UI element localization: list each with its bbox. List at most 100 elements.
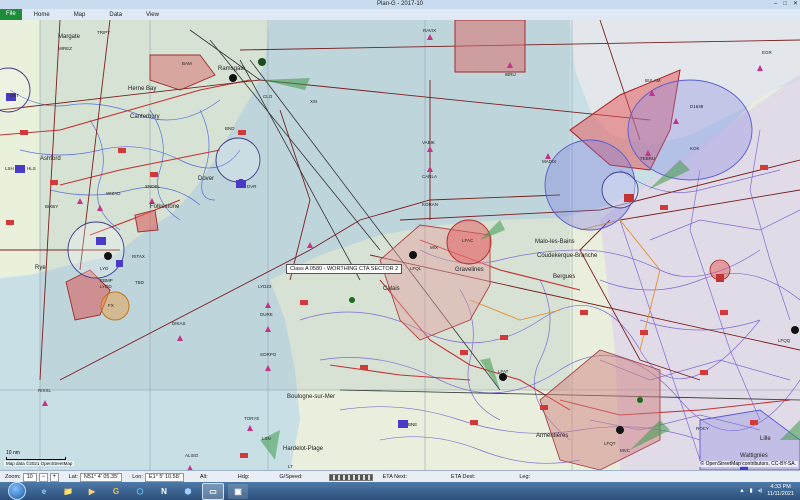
window-taskbar-icon[interactable]: ▣ (228, 483, 248, 499)
town-rye: Rye (35, 265, 46, 271)
town-coudekerque: Coudekerque-Branche (537, 253, 598, 259)
hdg-readout: Hdg: (233, 474, 255, 480)
tab-map[interactable]: Map (62, 12, 98, 18)
wp-egr: EGR (762, 50, 773, 55)
wp-ravix: RAVIX (423, 28, 436, 33)
wp-vabik: VABIK (422, 140, 435, 145)
progress-bar (328, 473, 373, 481)
map-scale: 10 nm (6, 450, 66, 460)
eta-next-label: ETA Next: (382, 474, 407, 480)
gspeed-readout: G/Speed: (274, 474, 307, 480)
longitude-readout: Lon: E1° 5' 10.58' (127, 472, 189, 482)
map-svg[interactable]: Boulogne-sur-Mer Calais Gravelines Bergu… (0, 20, 800, 470)
wp-d1638: D1638 (690, 104, 704, 109)
zoom-value[interactable]: 10 (22, 472, 37, 482)
notepad-icon[interactable]: N (154, 484, 174, 499)
plang-taskbar-icon[interactable]: ▭ (202, 482, 224, 500)
wp-dvr: DVR (247, 184, 257, 189)
progress-indicator (324, 473, 378, 481)
zoom-out-button[interactable]: − (38, 472, 48, 482)
wp-mmx: MIX (430, 245, 438, 250)
edge-icon[interactable]: ⬡ (130, 484, 150, 499)
wp-ebmp: EBMP (100, 278, 113, 283)
cta-shading (40, 20, 570, 390)
map-attribution-left: Map data ©2021 OpenStreetMap (4, 461, 75, 466)
explorer-icon[interactable]: 📁 (58, 484, 78, 499)
window-titlebar: Plan-G - 2017-10 – □ ✕ (0, 0, 800, 9)
wp-fx: FX (108, 303, 114, 308)
maximize-button[interactable]: □ (783, 0, 787, 9)
wp-lydd: LYD (100, 266, 109, 271)
system-tray: ▲ ▮ ◂) 4:33 PM 11/11/2021 (739, 484, 800, 498)
wp-madix: MADIX (542, 159, 556, 164)
wp-bne: BNE (408, 422, 417, 427)
minimize-button[interactable]: – (774, 0, 777, 9)
town-bergues: Bergues (553, 274, 575, 280)
town-malo: Malo-les-Bains (535, 239, 575, 245)
zoom-label: Zoom: (5, 474, 21, 480)
ie-icon[interactable]: e (34, 484, 54, 499)
wp-koran: KORAN (422, 202, 438, 207)
wp-aliso: ALISO (185, 453, 199, 458)
wp-mirez: MIREZ (58, 46, 72, 51)
wp-lfat: LFAT (498, 369, 509, 374)
wp-ltp: LT (288, 464, 293, 469)
town-folkestone: Folkestone (150, 204, 180, 210)
leg-readout: Leg: (514, 474, 535, 480)
wp-bnd: BND (225, 126, 235, 131)
windows-taskbar: e 📁 ▶ G ⬡ N ⬢ ▭ ▣ ▲ ▮ ◂) 4:33 PM 11/11/2… (0, 482, 800, 500)
leg-label: Leg: (519, 474, 531, 480)
wp-dikas: DIKAS (172, 321, 186, 326)
lat-value: N51° 4' 05.35' (79, 472, 123, 482)
network-icon[interactable]: ▮ (750, 488, 753, 494)
town-boulogne: Boulogne-sur-Mer (287, 394, 335, 400)
clock[interactable]: 4:33 PM 11/11/2021 (767, 484, 794, 498)
zoom-control: Zoom: 10 − + (0, 472, 64, 482)
wp-ibru: IBRU (505, 72, 516, 77)
wp-clo: CLO (263, 94, 273, 99)
eta-dest-readout: ETA Dest: (446, 474, 480, 480)
map-canvas[interactable]: Boulogne-sur-Mer Calais Gravelines Bergu… (0, 20, 800, 470)
town-hardelot: Hardelot-Plage (283, 446, 324, 452)
wp-lfqq: LFQQ (778, 338, 791, 343)
wp-sorpo: SORPO (260, 352, 277, 357)
eta-dest-label: ETA Dest: (451, 474, 476, 480)
wp-rixxl: RIXXL (38, 388, 52, 393)
clock-time: 4:33 PM (770, 484, 791, 490)
volume-icon[interactable]: ◂) (758, 488, 763, 494)
app-icon[interactable]: ⬢ (178, 484, 198, 499)
wp-dure: DURE (260, 312, 273, 317)
scale-label: 10 nm (6, 450, 20, 456)
tab-home[interactable]: Home (22, 12, 62, 18)
town-gravelines: Gravelines (455, 267, 484, 273)
wp-carla: CARLA (422, 174, 437, 179)
file-tab[interactable]: File (0, 9, 22, 20)
wp-lsh: LSH (5, 166, 14, 171)
tab-view[interactable]: View (134, 12, 171, 18)
wp-torre: TORYE (244, 416, 259, 421)
zoom-in-button[interactable]: + (49, 472, 59, 482)
eta-next-readout: ETA Next: (378, 474, 412, 480)
chrome-icon[interactable]: G (106, 484, 126, 499)
wp-lfql: LFQL (410, 266, 422, 271)
town-wattignies: Wattignies (740, 453, 768, 459)
lat-label: Lat: (68, 474, 78, 480)
media-player-icon[interactable]: ▶ (82, 484, 102, 499)
wp-ritax: RITAX (132, 254, 145, 259)
tab-data[interactable]: Data (97, 12, 134, 18)
scale-bar (6, 457, 66, 460)
hdg-label: Hdg: (237, 474, 250, 480)
map-attribution[interactable]: © OpenStreetMap contributors, CC-BY-SA. (698, 461, 798, 467)
lon-label: Lon: (132, 474, 143, 480)
wp-det: DET (10, 93, 19, 98)
town-ashford: Ashford (40, 156, 61, 162)
town-herne: Herne Bay (128, 86, 156, 92)
window-title: Plan-G - 2017-10 (376, 1, 424, 7)
start-button[interactable] (8, 482, 26, 500)
tray-arrow-icon[interactable]: ▲ (739, 488, 744, 494)
wp-kok: KOK (690, 146, 700, 151)
wp-tbd: TBD (135, 280, 145, 285)
alt-readout: Alt: (195, 474, 213, 480)
close-button[interactable]: ✕ (793, 0, 798, 9)
wp-lyd23: LYD23 (258, 284, 272, 289)
